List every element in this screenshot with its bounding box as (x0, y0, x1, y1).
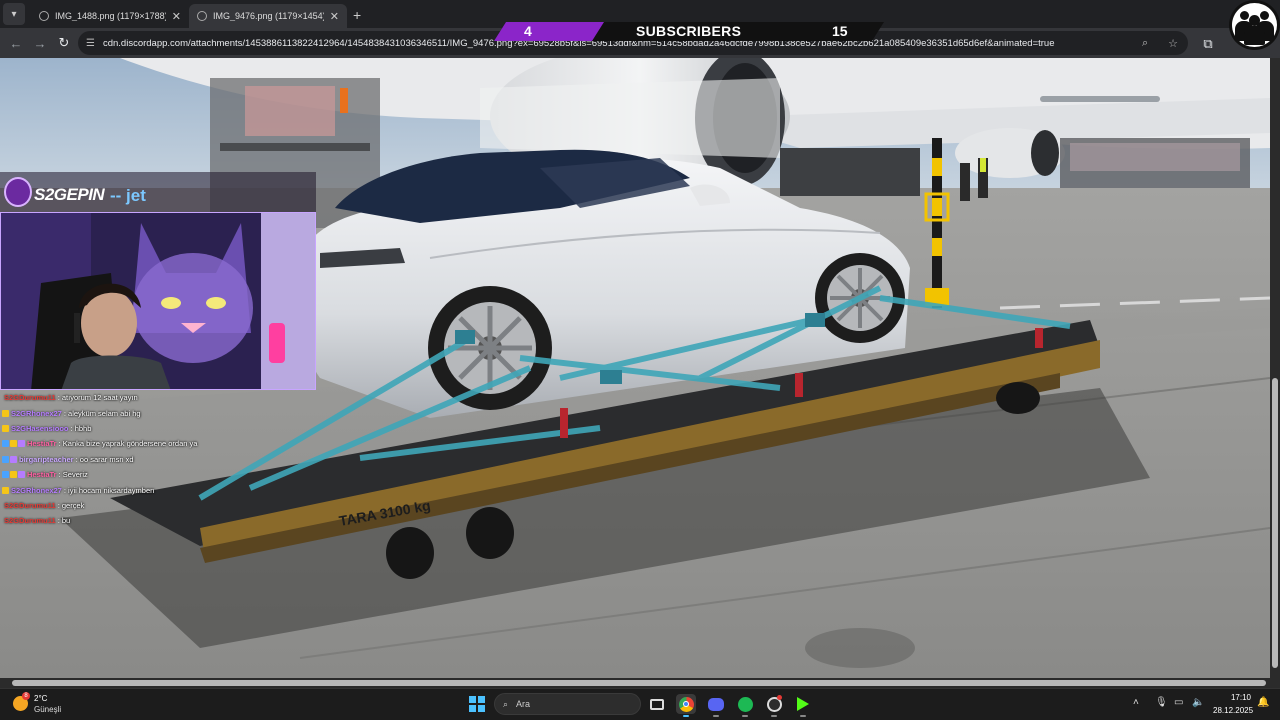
chat-message: S2GDurumu11: gerçek (2, 498, 314, 513)
globe-icon (39, 11, 49, 21)
chat-message: HestiaTr: Severiz (2, 467, 314, 482)
chat-username[interactable]: S2GRhonex27 (11, 486, 62, 495)
tab-img-9476[interactable]: IMG_9476.png (1179×1454) ✕ (189, 4, 347, 28)
chat-message: S2GDurumu11: bu (2, 513, 314, 528)
vertical-scrollbar[interactable] (1270, 58, 1280, 678)
chat-badges (2, 424, 9, 432)
taskbar-search[interactable]: ⌕ Ara (494, 693, 641, 715)
chat-text: : aleyküm selam abi hg (63, 408, 141, 418)
chat-text: : iyii hocam niksardaymben (63, 485, 155, 495)
chat-username[interactable]: S2GRhonex27 (11, 409, 62, 418)
chat-badges (2, 455, 17, 463)
forward-icon[interactable]: → (28, 36, 52, 51)
chat-message: S2GRhonex27: aleyküm selam abi hg (2, 405, 314, 420)
chat-message: S2GHasensiooo: hbhb (2, 421, 314, 436)
chat-badge-icon (2, 486, 9, 494)
chat-message: birgaripteacher: oo sarar msn xd (2, 452, 314, 467)
horizontal-scrollbar[interactable] (0, 678, 1280, 688)
chat-message: S2GDurumu11: atıyorum 12 saat yayın (2, 390, 314, 405)
reload-icon[interactable]: ↻ (52, 35, 76, 51)
weather-alert-badge: 8 (22, 692, 30, 700)
chrome-icon[interactable] (676, 694, 696, 717)
chat-message: S2GRhonex27: iyii hocam niksardaymben (2, 482, 314, 497)
windows-start-icon[interactable] (469, 696, 485, 712)
tab-img-1488[interactable]: IMG_1488.png (1179×1788) ✕ (31, 4, 189, 28)
chat-badge-icon (2, 455, 9, 463)
clock-date[interactable]: 28.12.2025 (1213, 706, 1253, 715)
tab-title: IMG_9476.png (1179×1454) (213, 11, 324, 21)
chat-badge-icon (2, 409, 9, 417)
zoom-icon[interactable]: ⌕ (1142, 37, 1148, 50)
subscriber-count-left: 4 (524, 23, 532, 39)
webcam-image (1, 213, 315, 389)
chat-badges (2, 440, 25, 448)
streamer-name: S2GEPIN (34, 185, 105, 204)
close-tab-icon[interactable]: ✕ (172, 10, 181, 23)
community-logo-icon (1229, 0, 1280, 50)
obs-icon[interactable] (764, 694, 784, 717)
chat-text: : Severiz (58, 470, 88, 480)
chat-username[interactable]: HestiaTr (27, 470, 57, 479)
chat-text: : atıyorum 12 saat yayın (57, 393, 138, 403)
weather-temperature[interactable]: 2°C (34, 694, 47, 703)
tab-title: IMG_1488.png (1179×1788) (55, 11, 166, 21)
chat-text: : hbhb (70, 423, 92, 433)
chat-username[interactable]: S2GDurumu11 (4, 501, 56, 510)
streamer-logo-icon (4, 177, 32, 207)
volume-icon[interactable]: 🔈 (1192, 697, 1204, 708)
chat-username[interactable]: S2GDurumu11 (4, 516, 56, 525)
subscribers-label: SUBSCRIBERS (636, 23, 742, 39)
search-placeholder: Ara (516, 699, 531, 709)
chat-badges (2, 486, 9, 494)
chat-username[interactable]: S2GDurumu11 (4, 393, 56, 402)
chat-badge-icon (2, 424, 9, 432)
chat-badge-icon (18, 471, 25, 479)
close-tab-icon[interactable]: ✕ (330, 10, 339, 23)
chat-message: HestiaTr: Kanka bize yaprak göndersene o… (2, 436, 314, 451)
subscriber-counter: 4 SUBSCRIBERS 15 (494, 22, 884, 41)
webcam-feed (0, 212, 316, 390)
screen: ▾ IMG_1488.png (1179×1788) ✕ IMG_9476.pn… (0, 0, 1280, 720)
stream-app-icon[interactable] (793, 694, 813, 717)
notifications-bell-icon[interactable]: 🔔 (1257, 697, 1269, 708)
chat-badges (2, 471, 25, 479)
site-info-icon[interactable]: ☰ (86, 38, 95, 49)
subscriber-goal: 15 (832, 23, 848, 39)
stream-chat: S2GDurumu11: atıyorum 12 saat yayın S2GRh… (2, 390, 314, 527)
chat-badges (2, 409, 9, 417)
network-icon[interactable]: ▭ (1174, 697, 1183, 708)
chat-badge-icon (2, 471, 9, 479)
task-view-icon[interactable] (647, 694, 667, 714)
chat-username[interactable]: HestiaTr (27, 439, 57, 448)
chat-username[interactable]: birgaripteacher (19, 455, 74, 464)
chat-text: : bu (57, 516, 71, 526)
new-tab-button[interactable]: + (353, 7, 361, 23)
weather-description[interactable]: Güneşli (34, 705, 61, 714)
chat-username[interactable]: S2GHasensiooo (11, 424, 69, 433)
chat-badge-icon (18, 440, 25, 448)
back-icon[interactable]: ← (4, 36, 28, 51)
sponsor-logo: -- jet (110, 186, 146, 205)
chat-badge-icon (10, 471, 17, 479)
tab-search-button[interactable]: ▾ (3, 3, 25, 25)
chat-text: : gerçek (57, 500, 85, 510)
bookmark-star-icon[interactable]: ☆ (1168, 37, 1178, 50)
chat-text: : oo sarar msn xd (75, 454, 134, 464)
globe-icon (197, 11, 207, 21)
chat-badge-icon (2, 440, 9, 448)
search-icon: ⌕ (503, 698, 509, 709)
discord-icon[interactable] (706, 694, 726, 717)
chat-badge-icon (10, 440, 17, 448)
chat-badge-icon (10, 455, 17, 463)
spotify-icon[interactable] (735, 694, 755, 717)
microphone-icon[interactable]: 🎙 (1155, 697, 1168, 708)
chat-text: : Kanka bize yaprak göndersene ordan ya (58, 439, 198, 449)
extensions-icon[interactable]: ⧉ (1196, 36, 1220, 52)
clock-time[interactable]: 17:10 (1223, 693, 1251, 702)
tray-overflow-chevron-icon[interactable]: ˄ (1133, 697, 1139, 708)
